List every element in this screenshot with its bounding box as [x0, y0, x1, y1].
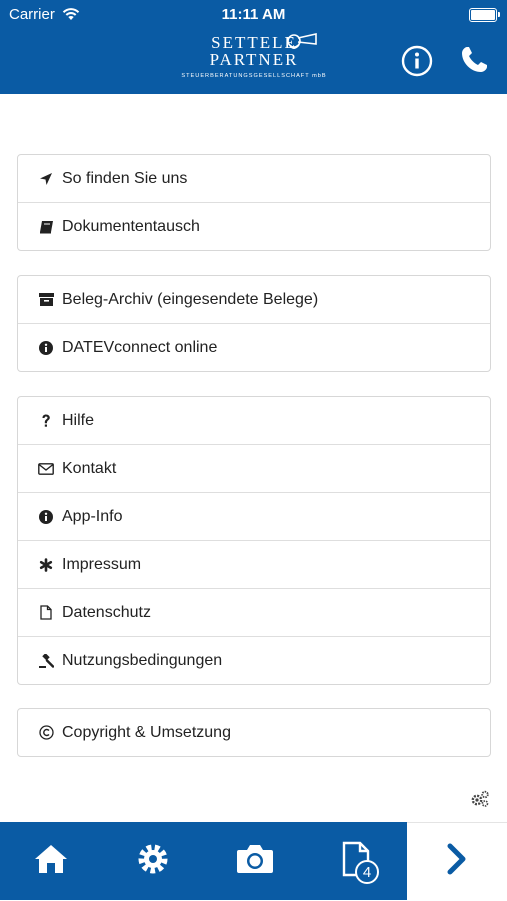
menu-item-label: DATEVconnect online [62, 338, 218, 356]
gavel-icon [38, 653, 54, 668]
info-icon[interactable] [401, 45, 433, 82]
camera-icon [236, 843, 274, 880]
menu-item-label: Beleg-Archiv (eingesendete Belege) [62, 290, 319, 308]
info-circle-icon [38, 509, 54, 524]
book-icon [38, 220, 54, 234]
asterisk-icon [38, 557, 54, 572]
menu-item-label: Impressum [62, 555, 142, 573]
menu-item-beleg-archiv[interactable]: Beleg-Archiv (eingesendete Belege) [18, 276, 490, 323]
copyright-icon [38, 725, 54, 740]
menu-item-label: Dokumententausch [62, 217, 200, 235]
chevron-right-icon [446, 843, 468, 880]
menu-item-kontakt[interactable]: Kontakt [18, 444, 490, 492]
menu-group-3: Hilfe Kontakt App-Info Impressum Datensc… [17, 396, 491, 685]
menu-item-impressum[interactable]: Impressum [18, 540, 490, 588]
clock: 11:11 AM [221, 6, 286, 23]
posthorn-icon [285, 32, 319, 57]
tab-next[interactable] [407, 822, 507, 900]
question-icon [38, 414, 54, 428]
phone-icon[interactable] [459, 45, 489, 80]
app-header: Carrier 11:11 AM SETTELE PARTNER STEUERB… [0, 0, 507, 94]
status-bar: Carrier 11:11 AM [0, 4, 507, 24]
menu-group-2: Beleg-Archiv (eingesendete Belege) DATEV… [17, 275, 491, 372]
menu-item-label: Copyright & Umsetzung [62, 723, 231, 741]
menu-item-label: Nutzungsbedingungen [62, 651, 223, 669]
tab-home[interactable] [0, 822, 102, 900]
tab-bar [0, 822, 507, 901]
menu-group-4: Copyright & Umsetzung [17, 708, 491, 757]
menu-item-label: App-Info [62, 507, 123, 525]
menu-item-label: So finden Sie uns [62, 169, 188, 187]
tab-camera[interactable] [204, 822, 306, 900]
settings-icon [136, 842, 170, 881]
menu-item-datevconnect-online[interactable]: DATEVconnect online [18, 323, 490, 371]
tab-documents[interactable] [306, 822, 407, 900]
location-arrow-icon [38, 172, 54, 186]
archive-icon [38, 293, 54, 306]
menu-group-1: So finden Sie uns Dokumententausch [17, 154, 491, 251]
file-icon [38, 605, 54, 620]
envelope-icon [38, 462, 54, 475]
menu-item-copyright[interactable]: Copyright & Umsetzung [18, 709, 490, 756]
cogs-icon[interactable] [470, 790, 490, 813]
menu-item-so-finden-sie-uns[interactable]: So finden Sie uns [18, 155, 490, 202]
menu-item-label: Kontakt [62, 459, 117, 477]
menu-item-label: Hilfe [62, 411, 95, 429]
menu-item-label: Datenschutz [62, 603, 151, 621]
info-circle-icon [38, 340, 54, 355]
documents-badge: 4 [355, 860, 379, 884]
menu-item-hilfe[interactable]: Hilfe [18, 397, 490, 444]
menu-item-nutzungsbedingungen[interactable]: Nutzungsbedingungen [18, 636, 490, 684]
tab-settings[interactable] [102, 822, 204, 900]
menu-item-datenschutz[interactable]: Datenschutz [18, 588, 490, 636]
battery-icon [469, 8, 500, 22]
home-icon [33, 843, 69, 880]
company-logo: SETTELE PARTNER STEUERBERATUNGSGESELLSCH… [172, 32, 336, 79]
logo-tagline: STEUERBERATUNGSGESELLSCHAFT mbB [181, 73, 327, 79]
menu-item-dokumententausch[interactable]: Dokumententausch [18, 202, 490, 250]
menu-item-app-info[interactable]: App-Info [18, 492, 490, 540]
